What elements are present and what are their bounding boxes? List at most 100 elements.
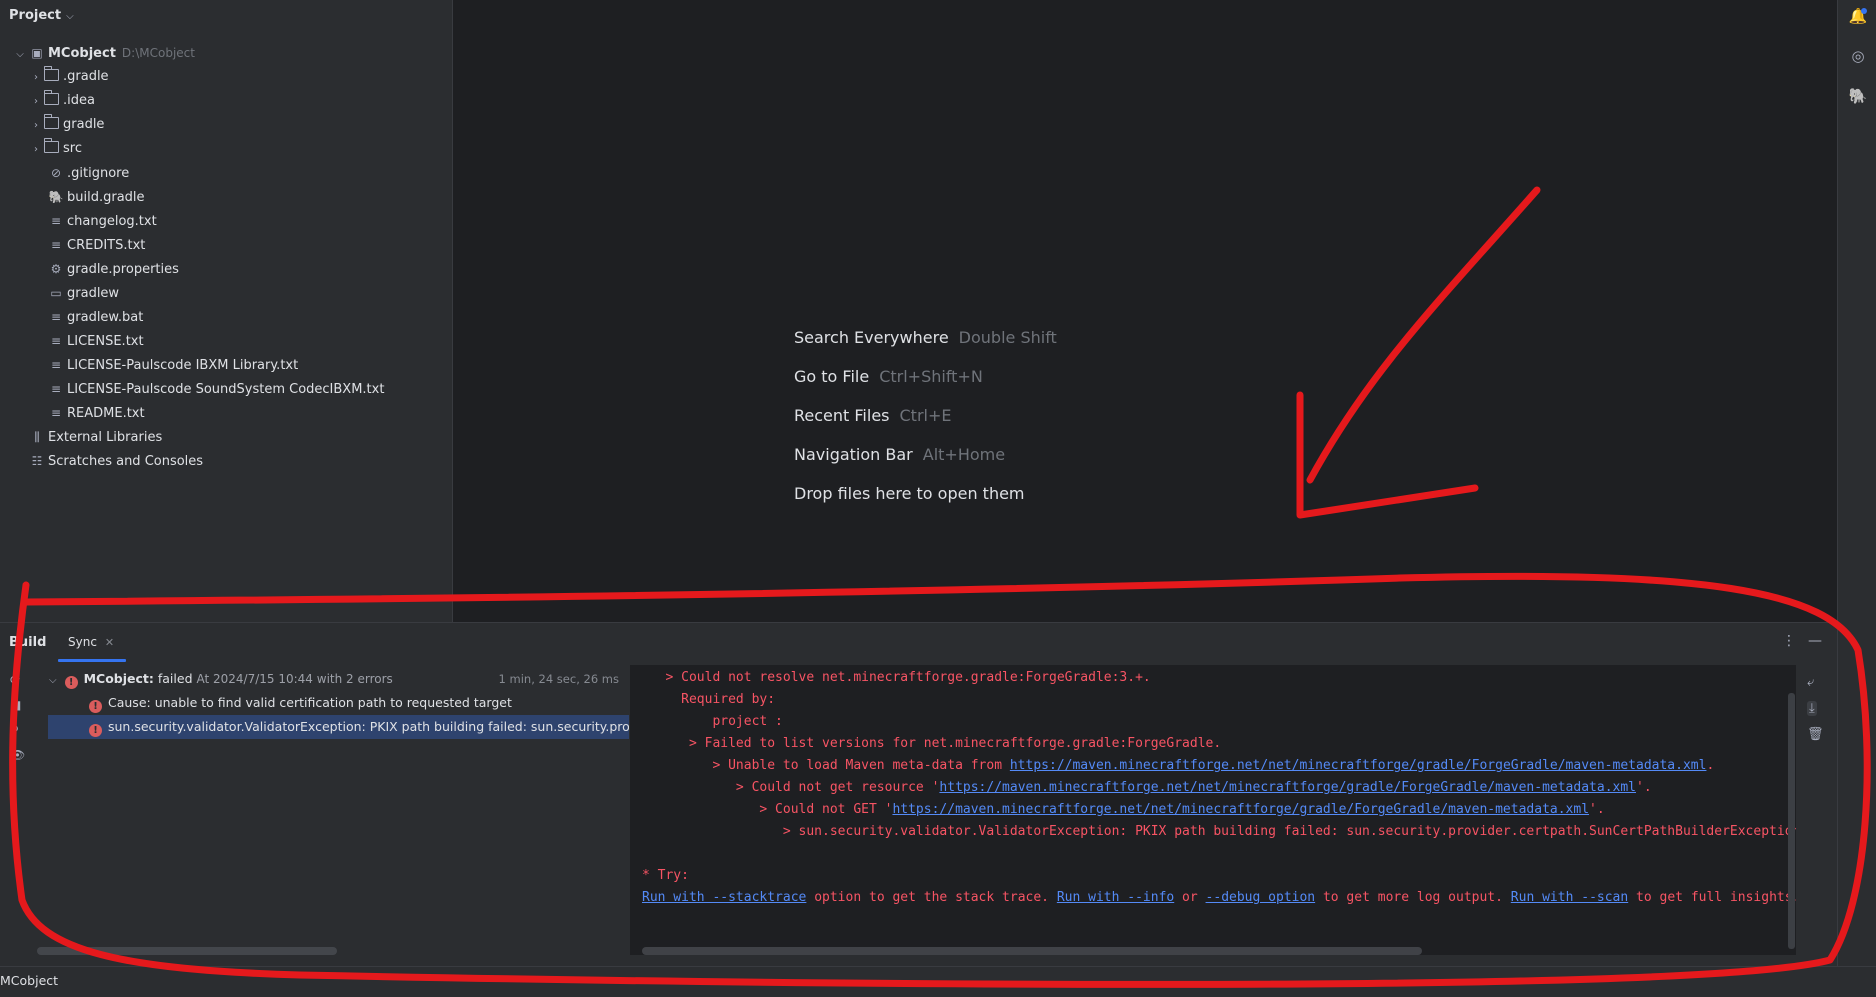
notifications-bell-icon[interactable]: 🔔 xyxy=(1848,6,1868,26)
tree-file[interactable]: ≡ LICENSE-Paulscode SoundSystem CodecIBXM… xyxy=(47,377,384,401)
text-file-icon: ≡ xyxy=(50,214,62,228)
hint-navigation-bar: Navigation Bar Alt+Home xyxy=(794,445,1006,464)
console-line: > Unable to load Maven meta-data from ht… xyxy=(642,758,1715,773)
build-duration: 1 min, 24 sec, 26 ms xyxy=(498,672,619,686)
build-tool-window: Build Sync ✕ ⋮ — ⟳ ■ ⚲ 👁 ⌵! MCobject: fail… xyxy=(0,622,1837,967)
run-info-link[interactable]: Run with --info xyxy=(1057,890,1174,905)
pin-icon[interactable]: ⚲ xyxy=(10,723,19,737)
shell-script-icon: ▭ xyxy=(50,286,62,300)
text-file-icon: ≡ xyxy=(50,382,62,396)
console-line: * Try: xyxy=(642,868,689,883)
tree-folder-gradle-hidden[interactable]: › .gradle xyxy=(28,65,109,89)
run-stacktrace-link[interactable]: Run with --stacktrace xyxy=(642,890,806,905)
notification-badge xyxy=(1861,8,1867,14)
horizontal-scrollbar[interactable] xyxy=(642,947,1422,955)
more-options-icon[interactable]: ⋮ xyxy=(1782,633,1796,649)
tree-file[interactable]: ⊘ .gitignore xyxy=(47,161,129,185)
project-view-selector[interactable]: Project ⌵ xyxy=(9,8,74,23)
maven-metadata-link[interactable]: https://maven.minecraftforge.net/net/min… xyxy=(1010,758,1707,773)
eye-icon[interactable]: 👁 xyxy=(10,748,25,762)
console-line: Run with --stacktrace option to get the … xyxy=(642,890,1796,905)
tree-file[interactable]: ≡ CREDITS.txt xyxy=(47,233,145,257)
chevron-right-icon[interactable]: › xyxy=(28,138,44,162)
text-file-icon: ≡ xyxy=(50,334,62,348)
ignore-icon: ⊘ xyxy=(50,166,62,180)
text-file-icon: ≡ xyxy=(50,238,62,252)
chevron-right-icon[interactable]: › xyxy=(28,66,44,90)
run-scan-link[interactable]: Run with --scan xyxy=(1511,890,1628,905)
status-project-name[interactable]: MCobject xyxy=(0,973,58,988)
gradle-tool-icon[interactable]: 🐘 xyxy=(1848,86,1868,106)
build-result-row[interactable]: ⌵! MCobject: failed At 2024/7/15 10:44 wi… xyxy=(37,667,629,691)
console-line: > Could not GET 'https://maven.minecraft… xyxy=(642,802,1605,817)
tree-file[interactable]: ≡ gradlew.bat xyxy=(47,305,143,329)
tree-scratches-consoles[interactable]: ☷ Scratches and Consoles xyxy=(28,449,203,473)
horizontal-scrollbar[interactable] xyxy=(37,947,337,955)
tree-file[interactable]: ≡ README.txt xyxy=(47,401,145,425)
maven-metadata-link[interactable]: https://maven.minecraftforge.net/net/min… xyxy=(939,780,1636,795)
soft-wrap-icon[interactable]: ⤶ xyxy=(1807,675,1814,690)
build-error-row-selected[interactable]: ! sun.security.validator.ValidatorExcepti… xyxy=(48,715,629,739)
error-icon: ! xyxy=(64,676,78,689)
error-icon: ! xyxy=(89,700,102,713)
stop-icon[interactable]: ■ xyxy=(10,698,21,712)
editor-empty-state: Search Everywhere Double Shift Go to File… xyxy=(453,0,1837,622)
tree-file[interactable]: ≡ changelog.txt xyxy=(47,209,157,233)
ai-assistant-icon[interactable]: ◎ xyxy=(1848,46,1868,66)
folder-icon xyxy=(44,138,59,153)
minimize-icon[interactable]: — xyxy=(1808,633,1822,649)
build-error-row[interactable]: ! Cause: unable to find valid certificati… xyxy=(37,691,629,715)
scroll-to-end-icon[interactable]: ⤓ xyxy=(1807,701,1817,716)
hint-search-everywhere: Search Everywhere Double Shift xyxy=(794,328,1057,347)
hint-drop-files: Drop files here to open them xyxy=(794,484,1025,503)
module-icon: ▣ xyxy=(31,46,43,60)
hint-go-to-file: Go to File Ctrl+Shift+N xyxy=(794,367,983,386)
build-title: Build xyxy=(9,635,47,650)
tree-folder-gradle[interactable]: › gradle xyxy=(28,113,104,137)
close-icon[interactable]: ✕ xyxy=(105,636,114,649)
tree-file[interactable]: ≡ LICENSE-Paulscode IBXM Library.txt xyxy=(47,353,298,377)
chevron-right-icon[interactable]: › xyxy=(28,90,44,114)
console-line: > Failed to list versions for net.minecr… xyxy=(642,736,1222,751)
console-right-toolbar: ⤶ ⤓ 🗑 xyxy=(1796,665,1837,955)
text-file-icon: ≡ xyxy=(50,406,62,420)
console-line: > Could not get resource 'https://maven.… xyxy=(642,780,1652,795)
text-file-icon: ≡ xyxy=(50,310,62,324)
tree-file[interactable]: ▭ gradlew xyxy=(47,281,119,305)
hint-recent-files: Recent Files Ctrl+E xyxy=(794,406,952,425)
chevron-down-icon[interactable]: ⌵ xyxy=(49,675,57,686)
error-icon: ! xyxy=(89,724,102,737)
gradle-icon: 🐘 xyxy=(48,190,64,204)
build-header: Build Sync ✕ ⋮ — xyxy=(0,623,1837,663)
tab-active-indicator xyxy=(58,659,126,662)
console-line: > Could not resolve net.minecraftforge.g… xyxy=(642,670,1151,685)
status-bar: MCobject xyxy=(0,966,1876,997)
tree-folder-idea[interactable]: › .idea xyxy=(28,89,95,113)
chevron-right-icon[interactable]: › xyxy=(28,114,44,138)
project-tool-window: Project ⌵ ⌵ ▣ MCobject D:\MCobject › .gradle … xyxy=(0,0,453,622)
build-left-toolbar: ⟳ ■ ⚲ 👁 xyxy=(0,663,36,953)
sync-icon[interactable]: ⟳ xyxy=(10,673,20,687)
library-icon: ⫼ xyxy=(34,430,40,444)
tree-file[interactable]: ⚙ gradle.properties xyxy=(47,257,179,281)
vertical-scrollbar[interactable] xyxy=(1788,693,1795,949)
build-results-tree: ⌵! MCobject: failed At 2024/7/15 10:44 wi… xyxy=(37,665,629,955)
tree-folder-src[interactable]: › src xyxy=(28,137,82,161)
tab-sync[interactable]: Sync ✕ xyxy=(68,635,114,649)
tree-external-libraries[interactable]: ⫼ External Libraries xyxy=(28,425,162,449)
folder-icon xyxy=(44,114,59,129)
console-line: Required by: xyxy=(642,692,776,707)
trash-icon[interactable]: 🗑 xyxy=(1807,727,1824,742)
chevron-down-icon[interactable]: ⌵ xyxy=(12,43,28,67)
scratches-icon: ☷ xyxy=(31,454,43,468)
maven-metadata-link[interactable]: https://maven.minecraftforge.net/net/min… xyxy=(892,802,1589,817)
folder-icon xyxy=(44,66,59,81)
folder-icon xyxy=(44,90,59,105)
right-tool-strip: 🔔 ◎ 🐘 xyxy=(1837,0,1876,966)
text-file-icon: ≡ xyxy=(50,358,62,372)
debug-option-link[interactable]: --debug option xyxy=(1206,890,1316,905)
tree-file[interactable]: 🐘 build.gradle xyxy=(47,185,145,209)
tree-file[interactable]: ≡ LICENSE.txt xyxy=(47,329,144,353)
settings-file-icon: ⚙ xyxy=(50,262,62,276)
tree-root-mcobject[interactable]: ⌵ ▣ MCobject D:\MCobject xyxy=(12,41,195,65)
